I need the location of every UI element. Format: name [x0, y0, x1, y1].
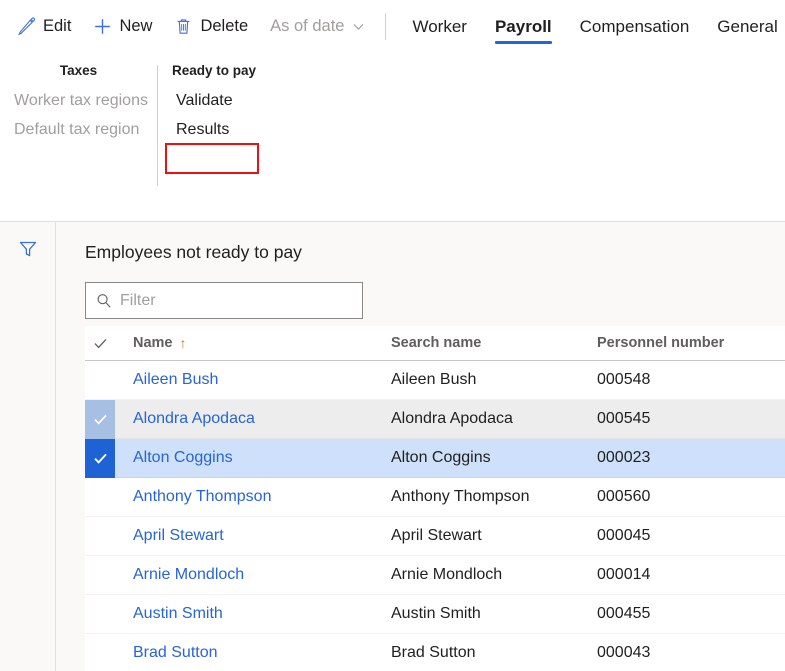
tab-worker-label: Worker	[412, 16, 467, 36]
row-checkbox[interactable]	[85, 478, 115, 516]
grid-column-header-personnel-number-label: Personnel number	[597, 335, 725, 351]
employees-grid: Name ↑ Search name Personnel number Aile…	[85, 326, 785, 671]
checkmark-icon	[92, 335, 109, 352]
action-group-ready-to-pay-title: Ready to pay	[172, 63, 257, 78]
checkmark-icon	[85, 438, 115, 478]
validate-button-label: Validate	[176, 92, 233, 109]
row-personnel-number: 000545	[597, 410, 651, 427]
row-name-link[interactable]: Arnie Mondloch	[115, 556, 391, 594]
filter-input-wrapper[interactable]	[85, 282, 363, 319]
chevron-down-icon	[351, 19, 366, 34]
pencil-icon	[17, 17, 36, 36]
row-personnel-number: 000560	[597, 488, 651, 505]
grid-column-header-personnel-number[interactable]: Personnel number	[597, 335, 785, 351]
delete-button-label: Delete	[200, 17, 249, 35]
row-checkbox[interactable]	[85, 634, 115, 671]
row-name-link[interactable]: Brad Sutton	[115, 634, 391, 671]
new-button-label: New	[119, 17, 153, 35]
command-bar: Edit New Delete As of date Worker Payrol…	[0, 0, 785, 53]
row-search-name: April Stewart	[391, 527, 482, 544]
tab-general[interactable]: General	[703, 0, 785, 53]
sort-ascending-icon: ↑	[179, 335, 187, 351]
tab-general-label: General	[717, 16, 778, 36]
worker-tax-regions-button[interactable]: Worker tax regions	[8, 86, 149, 115]
tab-payroll-label: Payroll	[494, 16, 552, 36]
tab-compensation-label: Compensation	[579, 16, 690, 36]
as-of-date-dropdown[interactable]: As of date	[259, 10, 377, 44]
results-button-label: Results	[176, 121, 230, 138]
row-personnel-number: 000045	[597, 527, 651, 544]
row-name-link[interactable]: April Stewart	[115, 517, 391, 555]
results-button[interactable]: Results	[170, 115, 290, 144]
row-name-link[interactable]: Austin Smith	[115, 595, 391, 633]
filter-input[interactable]	[120, 291, 353, 310]
worker-tax-regions-label: Worker tax regions	[14, 92, 148, 109]
edit-button-label: Edit	[43, 17, 72, 35]
tab-compensation[interactable]: Compensation	[566, 0, 704, 53]
filter-pane-toggle[interactable]	[12, 235, 44, 267]
validate-button[interactable]: Validate	[170, 86, 290, 115]
row-name-link[interactable]: Alondra Apodaca	[115, 400, 391, 438]
row-checkbox[interactable]	[85, 361, 115, 399]
plus-icon	[93, 17, 112, 36]
row-personnel-number: 000043	[597, 644, 651, 661]
row-personnel-number: 000455	[597, 605, 651, 622]
action-group-taxes-title: Taxes	[59, 63, 98, 78]
row-name-link[interactable]: Alton Coggins	[115, 439, 391, 477]
tab-payroll[interactable]: Payroll	[481, 0, 566, 53]
table-row[interactable]: Alton Coggins Alton Coggins 000023	[85, 438, 785, 478]
grid-column-header-name[interactable]: Name ↑	[115, 335, 391, 351]
tab-worker[interactable]: Worker	[398, 0, 480, 53]
command-bar-divider	[385, 13, 387, 40]
grid-select-all-checkbox[interactable]	[85, 335, 115, 352]
action-pane: Taxes Worker tax regions Default tax reg…	[0, 53, 785, 221]
row-search-name: Austin Smith	[391, 605, 481, 622]
row-search-name: Alton Coggins	[391, 449, 491, 466]
action-group-ready-to-pay: Ready to pay Validate Results	[170, 62, 290, 144]
row-checkbox[interactable]	[85, 438, 115, 478]
new-button[interactable]: New	[82, 10, 163, 44]
table-row[interactable]: Anthony Thompson Anthony Thompson 000560	[85, 478, 785, 517]
table-row[interactable]: Arnie Mondloch Arnie Mondloch 000014	[85, 556, 785, 595]
trash-icon	[174, 17, 193, 36]
row-checkbox[interactable]	[85, 556, 115, 594]
default-tax-region-button[interactable]: Default tax region	[8, 115, 149, 144]
row-search-name: Anthony Thompson	[391, 488, 530, 505]
row-name-link[interactable]: Anthony Thompson	[115, 478, 391, 516]
panel-title: Employees not ready to pay	[85, 242, 302, 262]
checkmark-icon	[85, 399, 115, 439]
search-icon	[95, 292, 113, 310]
grid-header-row: Name ↑ Search name Personnel number	[85, 326, 785, 361]
row-checkbox[interactable]	[85, 517, 115, 555]
default-tax-region-label: Default tax region	[14, 121, 140, 138]
row-checkbox[interactable]	[85, 595, 115, 633]
grid-column-header-name-label: Name	[133, 335, 173, 351]
tab-strip: Worker Payroll Compensation General	[398, 0, 785, 53]
grid-column-header-search-name-label: Search name	[391, 335, 482, 351]
filter-rail	[0, 222, 56, 671]
table-row[interactable]: Brad Sutton Brad Sutton 000043	[85, 634, 785, 671]
validate-highlight-annotation	[165, 143, 259, 174]
row-personnel-number: 000014	[597, 566, 651, 583]
as-of-date-label: As of date	[270, 17, 345, 35]
row-checkbox[interactable]	[85, 399, 115, 439]
table-row[interactable]: Aileen Bush Aileen Bush 000548	[85, 361, 785, 400]
row-search-name: Aileen Bush	[391, 371, 477, 388]
edit-button[interactable]: Edit	[6, 10, 82, 44]
row-search-name: Arnie Mondloch	[391, 566, 503, 583]
funnel-icon	[17, 238, 39, 265]
row-personnel-number: 000023	[597, 449, 651, 466]
row-personnel-number: 000548	[597, 371, 651, 388]
action-group-divider	[157, 65, 158, 186]
table-row[interactable]: April Stewart April Stewart 000045	[85, 517, 785, 556]
table-row[interactable]: Austin Smith Austin Smith 000455	[85, 595, 785, 634]
table-row[interactable]: Alondra Apodaca Alondra Apodaca 000545	[85, 399, 785, 439]
row-search-name: Alondra Apodaca	[391, 410, 513, 427]
action-group-taxes: Taxes Worker tax regions Default tax reg…	[8, 62, 149, 144]
row-name-link[interactable]: Aileen Bush	[115, 361, 391, 399]
grid-column-header-search-name[interactable]: Search name	[391, 335, 597, 351]
app-root: Edit New Delete As of date Worker Payrol…	[0, 0, 785, 671]
row-search-name: Brad Sutton	[391, 644, 476, 661]
delete-button[interactable]: Delete	[163, 10, 259, 44]
